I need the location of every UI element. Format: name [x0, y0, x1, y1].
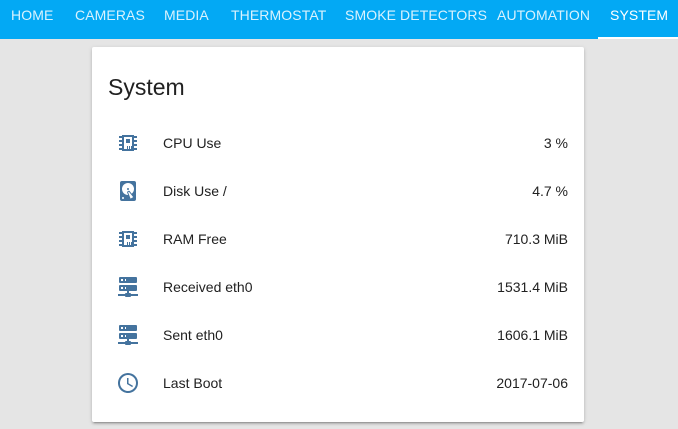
state-value: 1606.1 MiB: [497, 327, 568, 343]
state-row-received-eth0[interactable]: Received eth0 1531.4 MiB: [92, 263, 584, 311]
server-network-icon: [116, 323, 140, 347]
state-value: 4.7 %: [532, 183, 568, 199]
card-title: System: [108, 74, 185, 100]
tab-label: CAMERAS: [75, 7, 145, 23]
tab-system[interactable]: SYSTEM: [598, 0, 678, 39]
chip-icon: [116, 131, 140, 155]
active-tab-indicator: [598, 37, 678, 39]
state-label: Last Boot: [163, 375, 223, 391]
state-value: 710.3 MiB: [504, 231, 568, 247]
tab-label: SYSTEM: [610, 7, 669, 23]
server-network-icon: [116, 275, 140, 299]
tab-smoke-detectors[interactable]: SMOKE DETECTORS: [345, 0, 487, 39]
state-row-sent-eth0[interactable]: Sent eth0 1606.1 MiB: [92, 311, 584, 359]
chip-icon: [116, 227, 140, 251]
state-value: 3 %: [543, 135, 568, 151]
tab-label: AUTOMATION: [497, 7, 591, 23]
state-value: 1531.4 MiB: [497, 279, 568, 295]
tab-bar: HOME CAMERAS MEDIA THERMOSTAT SMOKE DETE…: [0, 0, 678, 39]
harddisk-icon: [116, 179, 140, 203]
tab-media[interactable]: MEDIA: [164, 0, 209, 39]
state-label: CPU Use: [163, 135, 222, 151]
tab-thermostat[interactable]: THERMOSTAT: [231, 0, 326, 39]
tab-label: HOME: [11, 7, 54, 23]
state-row-cpu-use[interactable]: CPU Use 3 %: [92, 119, 584, 167]
state-label: RAM Free: [163, 231, 227, 247]
state-label: Disk Use /: [163, 183, 227, 199]
tab-automation[interactable]: AUTOMATION: [497, 0, 590, 39]
tab-label: MEDIA: [164, 7, 209, 23]
state-row-ram-free[interactable]: RAM Free 710.3 MiB: [92, 215, 584, 263]
state-value: 2017-07-06: [496, 375, 568, 391]
tab-cameras[interactable]: CAMERAS: [75, 0, 145, 39]
tab-label: THERMOSTAT: [231, 7, 327, 23]
state-label: Sent eth0: [163, 327, 223, 343]
state-row-last-boot[interactable]: Last Boot 2017-07-06: [92, 359, 584, 407]
state-row-disk-use[interactable]: Disk Use / 4.7 %: [92, 167, 584, 215]
clock-icon: [116, 371, 140, 395]
system-card: System CPU Use 3 % Disk Use / 4.7 % RAM …: [92, 47, 584, 422]
state-label: Received eth0: [163, 279, 253, 295]
tab-home[interactable]: HOME: [11, 0, 53, 39]
tab-label: SMOKE DETECTORS: [345, 7, 488, 23]
